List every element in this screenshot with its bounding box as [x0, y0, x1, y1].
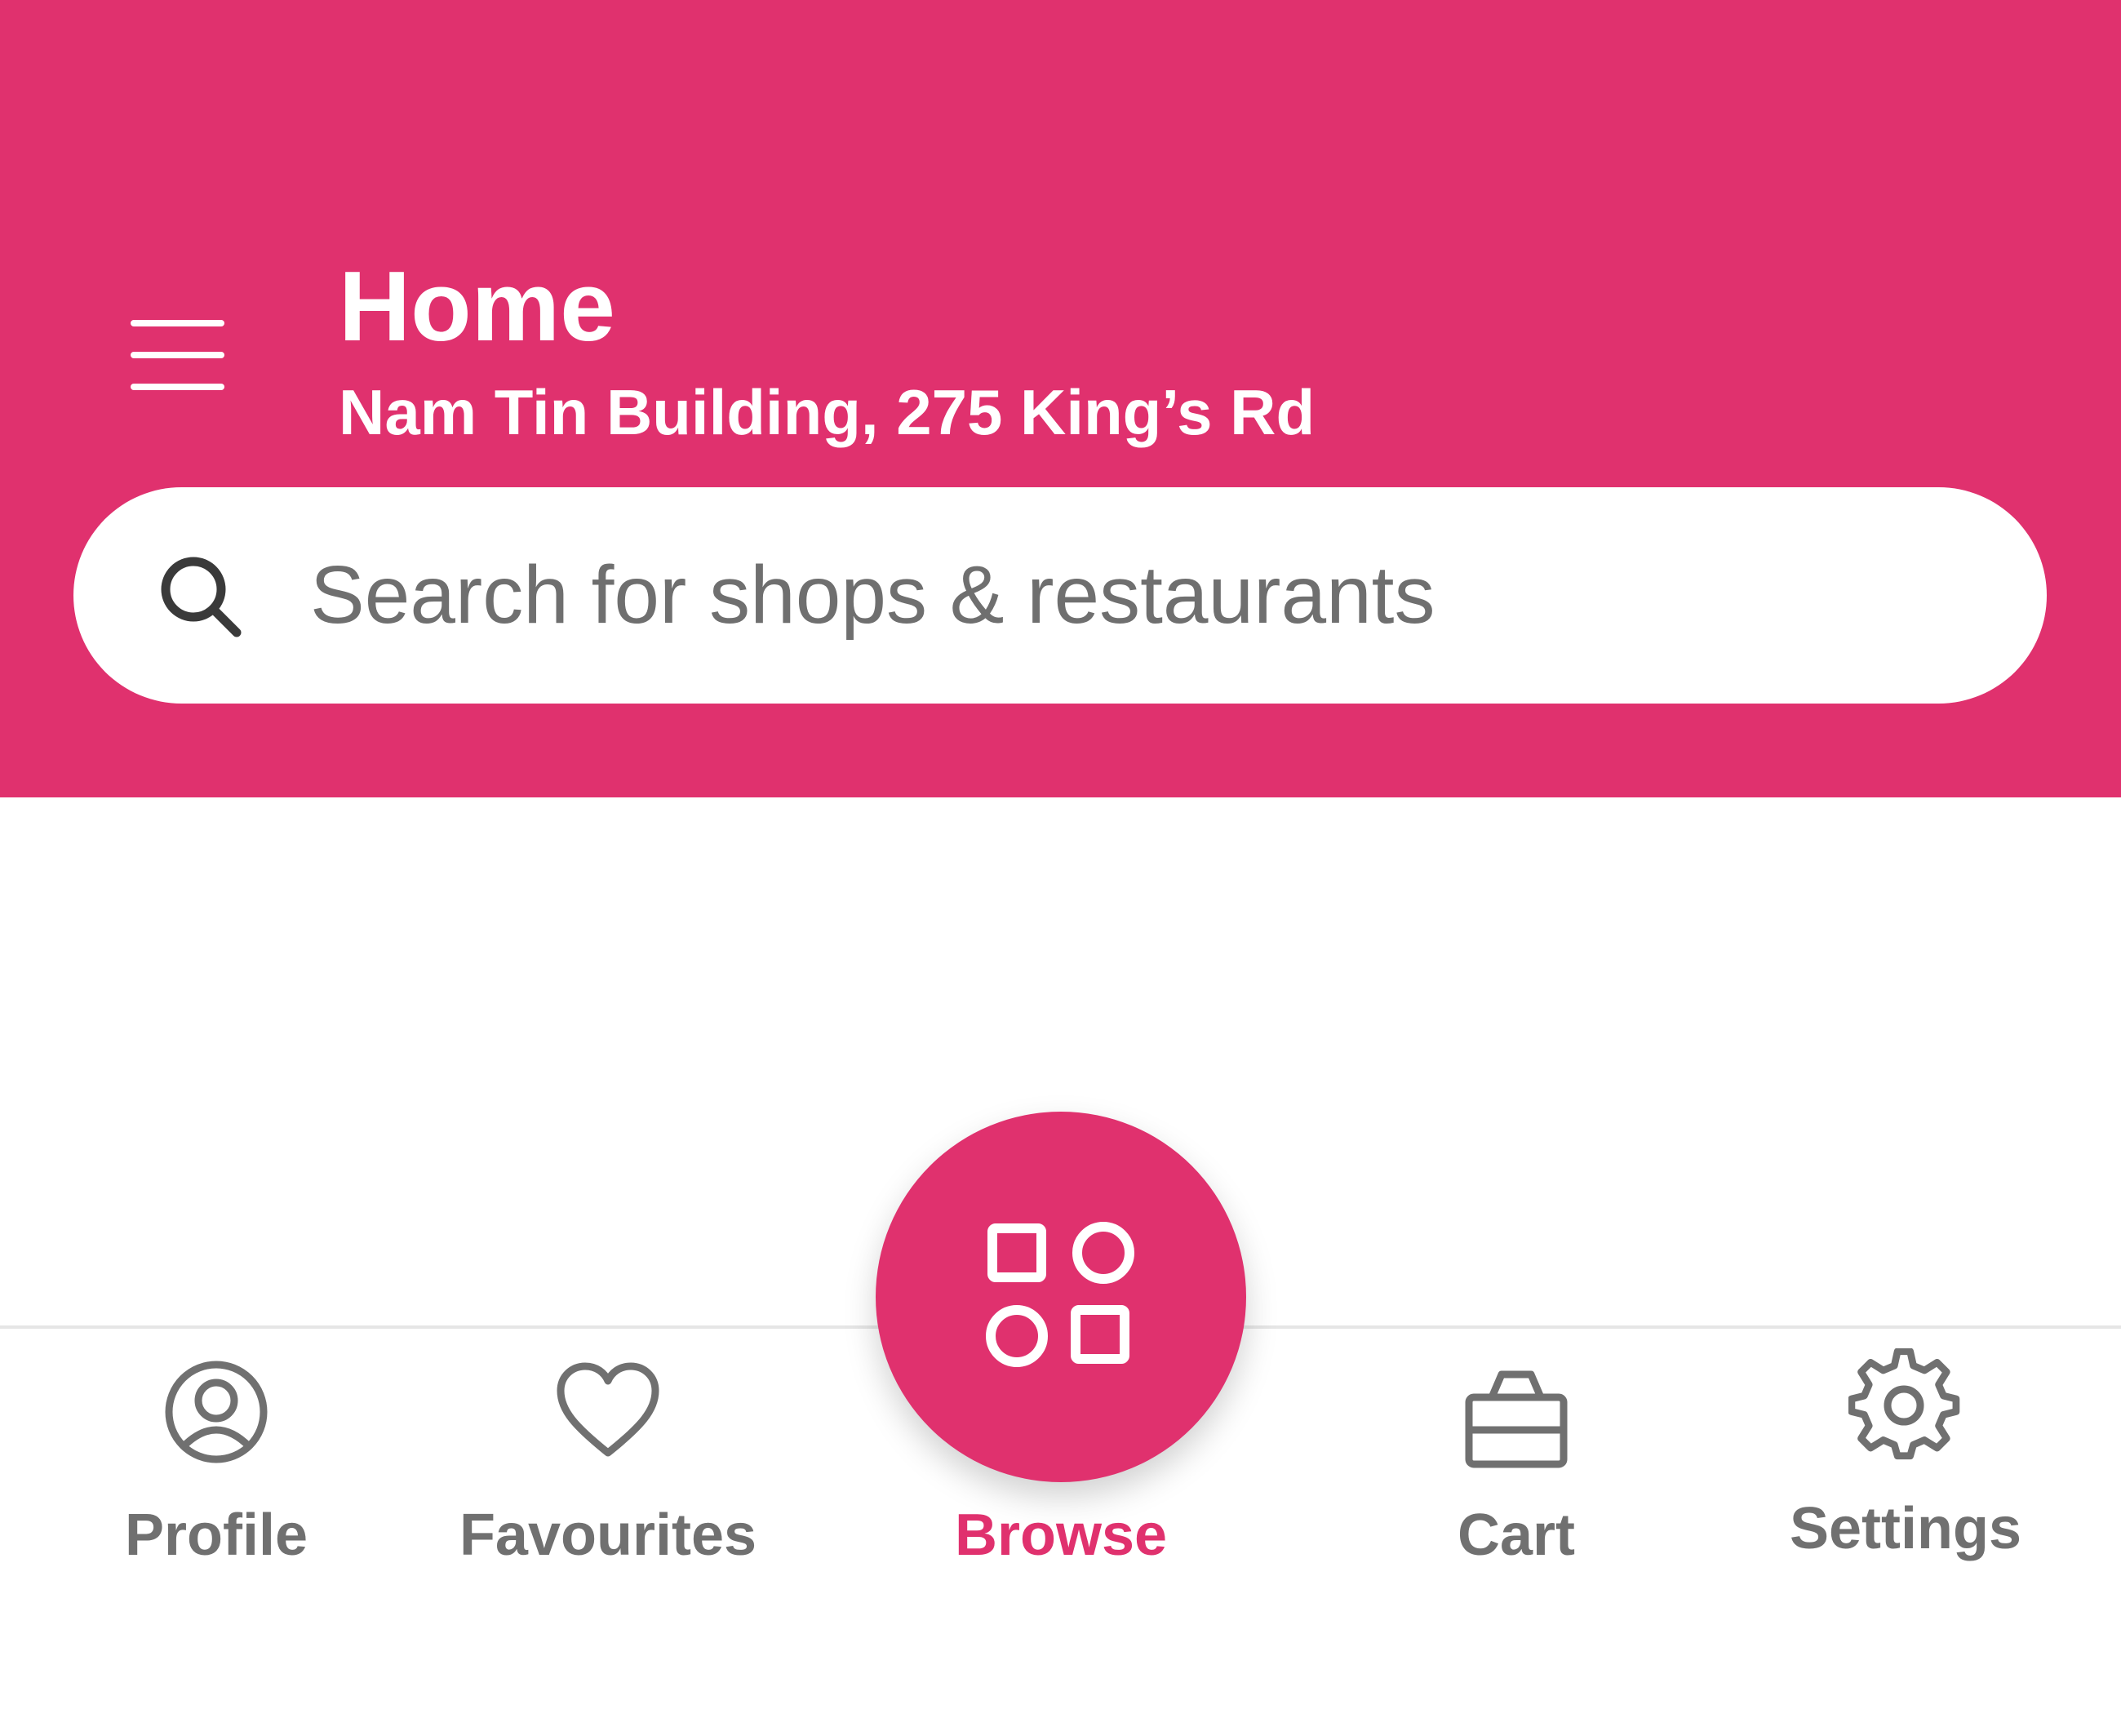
nav-label-profile: Profile	[124, 1503, 308, 1568]
nav-label-settings: Settings	[1789, 1496, 2022, 1561]
header: Home Nam Tin Building, 275 King’s Rd	[0, 0, 2121, 797]
browse-button[interactable]	[876, 1112, 1246, 1482]
app-screen: Home Nam Tin Building, 275 King’s Rd Pro…	[0, 0, 2121, 1736]
page-title: Home	[339, 251, 615, 362]
delivery-address[interactable]: Nam Tin Building, 275 King’s Rd	[339, 371, 1315, 453]
hamburger-menu-icon-bar	[131, 384, 224, 390]
browse-grid-icon	[986, 1222, 1134, 1367]
gear-icon	[1848, 1348, 1960, 1460]
nav-item-cart[interactable]: Cart	[1345, 1339, 1688, 1600]
heart-icon	[557, 1362, 659, 1457]
search-icon	[161, 557, 242, 637]
search-bar[interactable]	[73, 487, 2047, 704]
hamburger-menu-icon-bar	[131, 352, 224, 358]
nav-label-browse: Browse	[954, 1503, 1168, 1568]
search-input[interactable]	[310, 487, 1983, 704]
menu-button[interactable]	[122, 310, 237, 400]
nav-item-profile[interactable]: Profile	[45, 1339, 388, 1600]
nav-label-favourites: Favourites	[459, 1503, 757, 1568]
nav-label-cart: Cart	[1457, 1503, 1576, 1568]
profile-icon	[165, 1361, 268, 1463]
nav-item-settings[interactable]: Settings	[1734, 1332, 2077, 1593]
hamburger-menu-icon	[131, 320, 224, 326]
cart-basket-icon	[1465, 1370, 1568, 1468]
nav-item-favourites[interactable]: Favourites	[437, 1339, 779, 1600]
